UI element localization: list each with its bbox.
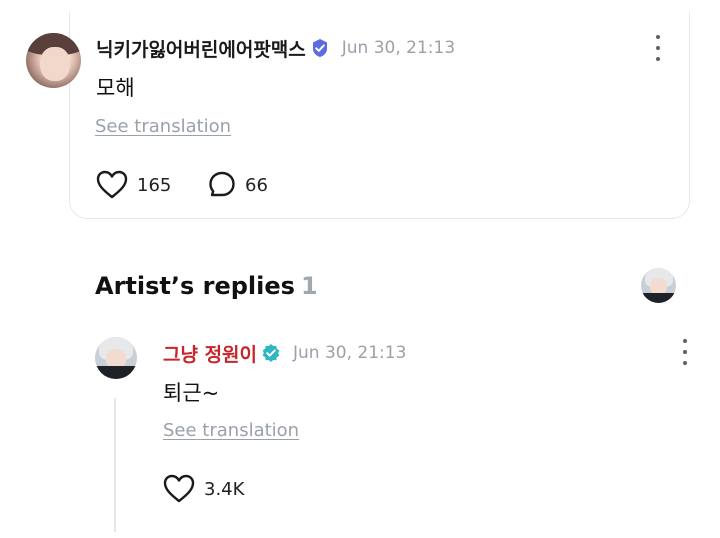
like-button[interactable]: 165	[96, 170, 171, 200]
like-button[interactable]: 3.4K	[163, 474, 244, 504]
artist-reply-header: 그냥 정원이 Jun 30, 21:13	[163, 340, 406, 366]
fan-comment-body: 모해	[96, 76, 135, 100]
reply-thread-line	[114, 398, 116, 532]
speech-bubble-icon	[209, 171, 235, 197]
fan-comment-header: 닉키가잃어버린에어팟맥스 Jun 30, 21:13	[96, 35, 455, 61]
like-count: 3.4K	[204, 478, 245, 500]
heart-outline-icon	[163, 474, 195, 503]
artist-author-name[interactable]: 그냥 정원이	[163, 340, 257, 367]
heart-outline-icon	[96, 170, 128, 199]
artist-replies-heading: Artist’s replies 1	[95, 272, 318, 300]
more-vertical-icon[interactable]	[653, 35, 663, 61]
comment-thread: 닉키가잃어버린에어팟맥스 Jun 30, 21:13 모해 See transl…	[0, 0, 720, 538]
reply-button[interactable]: 66	[208, 170, 268, 200]
see-translation-link[interactable]: See translation	[95, 116, 231, 137]
like-count: 165	[137, 174, 172, 196]
artist-reply-timestamp: Jun 30, 21:13	[293, 343, 407, 363]
more-vertical-icon[interactable]	[680, 339, 690, 365]
artist-reply-body: 퇴근~	[163, 381, 220, 405]
fan-avatar[interactable]	[26, 33, 81, 88]
artist-avatar-small[interactable]	[641, 268, 676, 303]
verified-badge-icon	[262, 344, 280, 362]
fan-comment-timestamp: Jun 30, 21:13	[341, 38, 456, 58]
verified-badge-icon	[312, 39, 327, 57]
reply-count: 66	[245, 174, 268, 196]
see-translation-link[interactable]: See translation	[163, 420, 299, 441]
artist-avatar[interactable]	[95, 337, 137, 379]
artist-replies-title: Artist’s replies	[95, 272, 295, 300]
artist-replies-count: 1	[300, 272, 318, 300]
fan-author-name[interactable]: 닉키가잃어버린에어팟맥스	[96, 35, 306, 62]
